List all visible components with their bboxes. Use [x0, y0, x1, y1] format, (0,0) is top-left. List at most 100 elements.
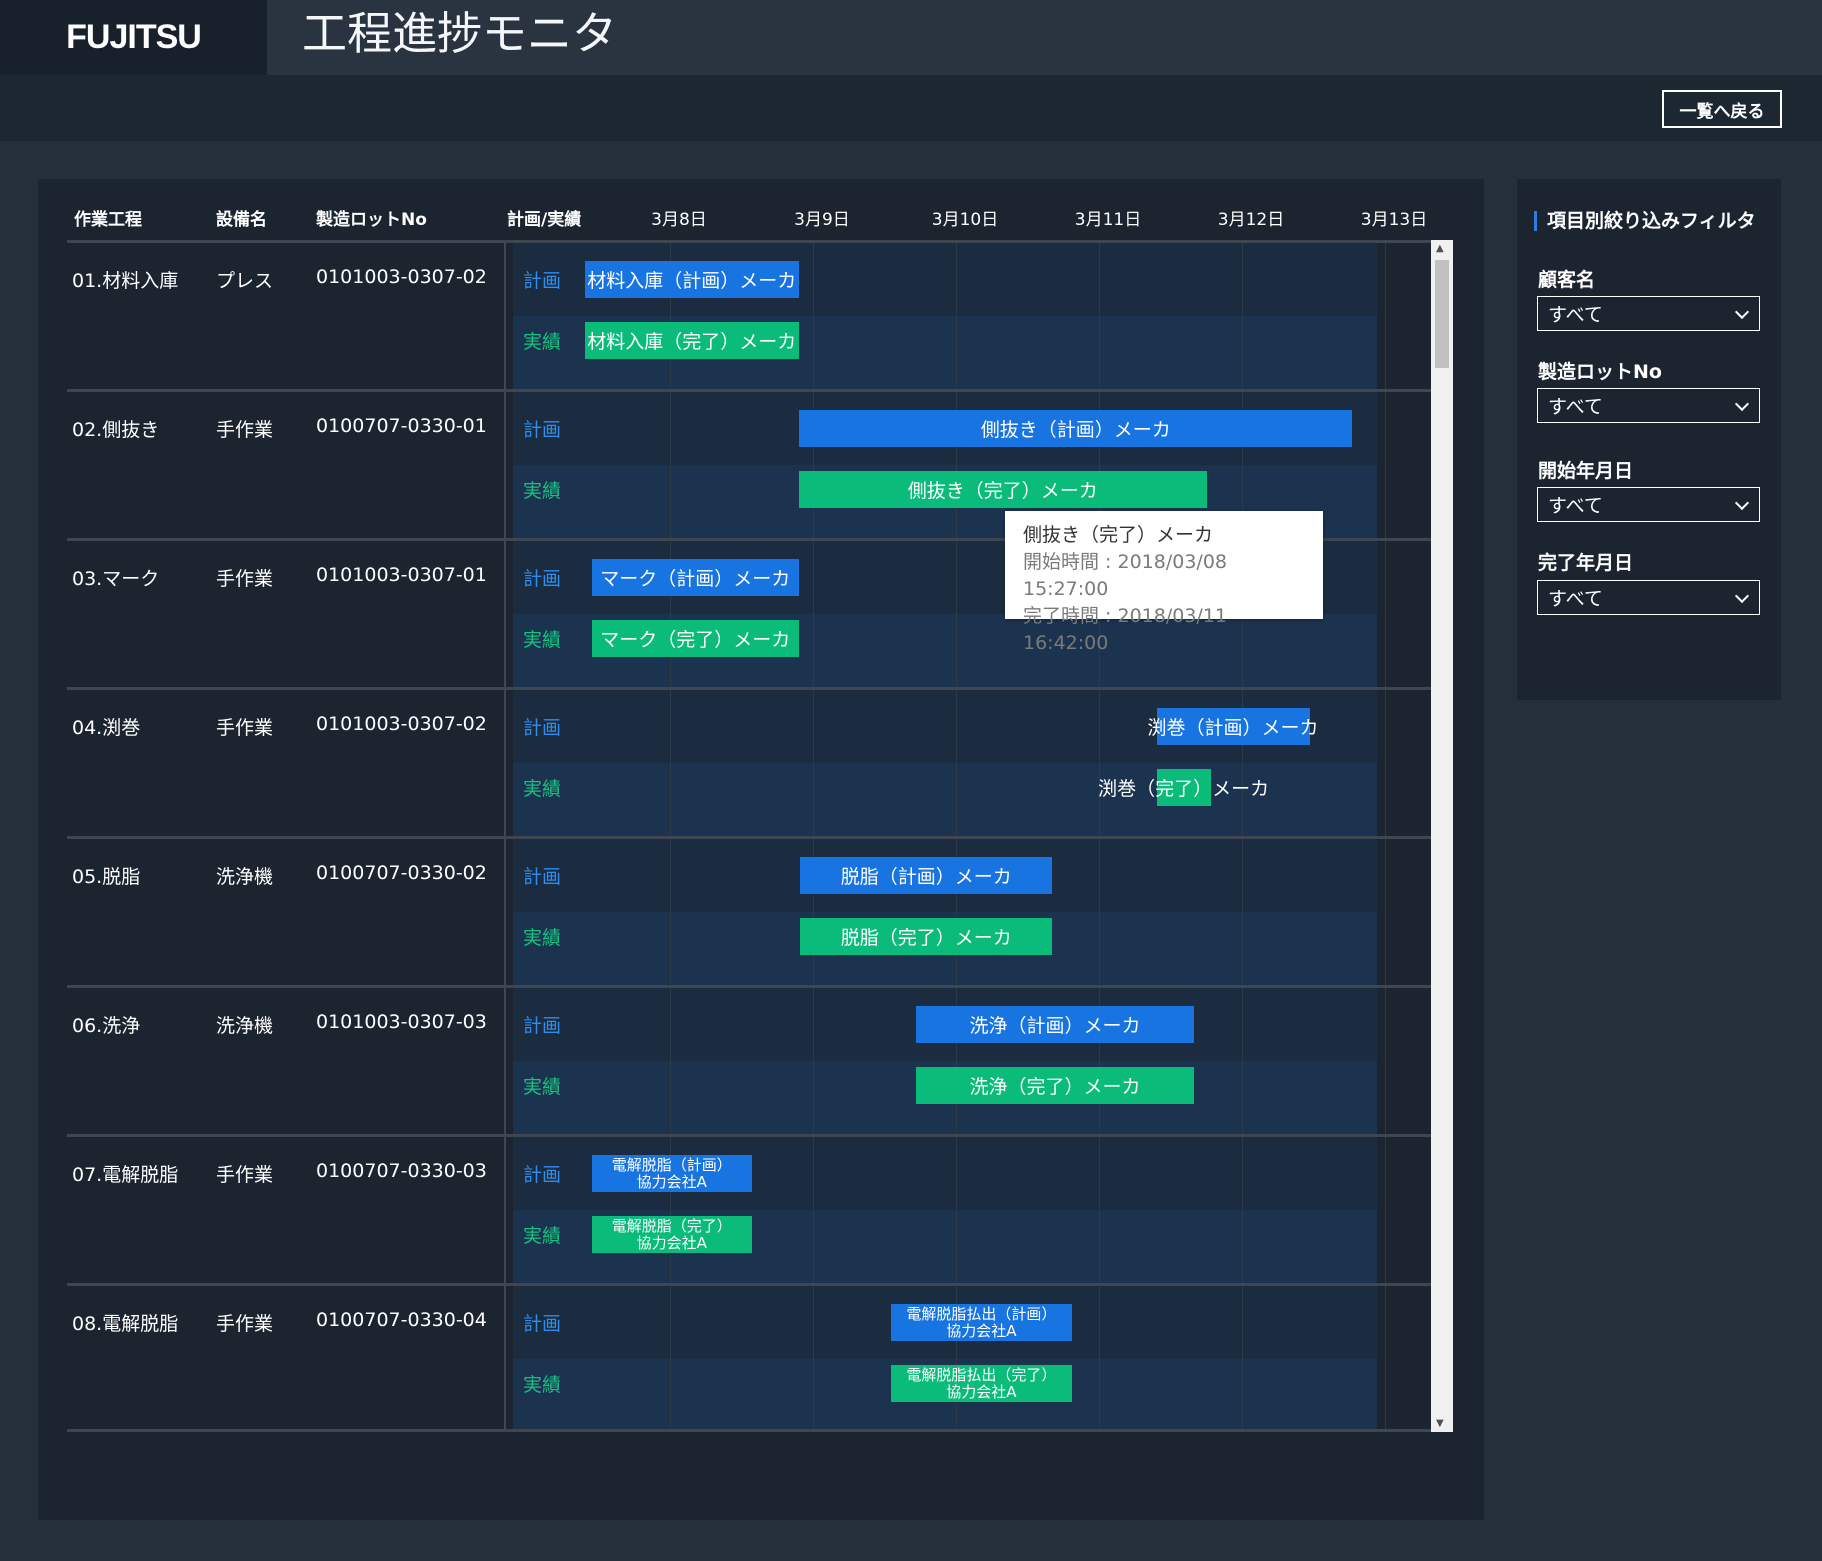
equipment-name: 手作業	[216, 568, 274, 590]
grid-bottom-border	[67, 1429, 1452, 1432]
actual-bar-label: 渕巻（完了）メーカ	[1098, 778, 1270, 800]
start-date-select-value: すべて	[1548, 495, 1603, 517]
day-gridline	[1385, 541, 1387, 687]
vertical-scrollbar[interactable]: ▲ ▼	[1431, 240, 1453, 1432]
day-gridline	[1099, 1286, 1101, 1432]
date-header: 3月13日	[1360, 210, 1428, 230]
lot-number: 0100707-0330-03	[316, 1160, 487, 1182]
actual-bar-label: 電解脱脂払出（完了）	[906, 1365, 1057, 1384]
equipment-name: 手作業	[216, 1313, 274, 1335]
plan-bar-sublabel: 協力会社A	[636, 1172, 707, 1191]
tooltip-start-time: 開始時間 : 2018/03/08 15:27:00	[1023, 551, 1227, 600]
equipment-name: プレス	[216, 270, 274, 292]
actual-bar[interactable]: 脱脂（完了）メーカ	[800, 918, 1053, 955]
day-gridline	[1385, 839, 1387, 985]
filter-label-start-date: 開始年月日	[1538, 460, 1634, 482]
column-header-lot: 製造ロットNo	[316, 210, 427, 230]
actual-bar-label: 材料入庫（完了）メーカ	[587, 331, 797, 353]
process-row: 01.材料入庫 プレス 0101003-0307-02 計画 実績 材料入庫（計画）メーカ…	[67, 240, 1452, 389]
plan-bar-label: 側抜き（計画）メーカ	[980, 419, 1171, 441]
day-gridline	[670, 988, 672, 1134]
column-divider	[504, 690, 506, 836]
plan-bar-label: 電解脱脂（計画）	[611, 1155, 732, 1174]
plan-type-label: 計画	[523, 568, 562, 590]
day-gridline	[1099, 839, 1101, 985]
lot-number: 0100707-0330-01	[316, 415, 487, 437]
day-gridline	[813, 690, 815, 836]
actual-bar-label: マーク（完了）メーカ	[600, 629, 791, 651]
plan-bar[interactable]: マーク（計画）メーカ	[591, 559, 799, 596]
scroll-down-icon[interactable]: ▼	[1436, 1418, 1444, 1429]
plan-bar-label: 渕巻（計画）メーカ	[1147, 717, 1319, 739]
chevron-down-icon	[1734, 588, 1750, 604]
plan-bar-label: 電解脱脂払出（計画）	[906, 1304, 1057, 1323]
end-date-select[interactable]: すべて	[1537, 580, 1760, 615]
process-name: 08.電解脱脂	[72, 1313, 179, 1335]
plan-bar[interactable]: 洗浄（計画）メーカ	[916, 1006, 1194, 1043]
day-gridline	[670, 1286, 672, 1432]
day-gridline	[813, 243, 815, 389]
process-row: 08.電解脱脂 手作業 0100707-0330-04 計画 実績 電解脱脂払出（計画）協…	[67, 1283, 1452, 1432]
process-row: 07.電解脱脂 手作業 0100707-0330-03 計画 実績 電解脱脂（計画） 協力会…	[67, 1134, 1452, 1283]
actual-bar[interactable]: 側抜き（完了）メーカ	[799, 471, 1207, 508]
lot-number: 0101003-0307-03	[316, 1011, 487, 1033]
customer-select-value: すべて	[1548, 304, 1603, 326]
actual-bar[interactable]: 渕巻（完了）メーカ	[1098, 769, 1269, 806]
column-divider	[504, 988, 506, 1134]
customer-select[interactable]: すべて	[1537, 296, 1760, 331]
day-gridline	[1385, 1286, 1387, 1432]
lot-number: 0101003-0307-02	[316, 713, 487, 735]
lot-select[interactable]: すべて	[1537, 388, 1760, 423]
actual-type-label: 実績	[523, 1225, 562, 1247]
column-divider	[504, 243, 506, 389]
day-gridline	[670, 392, 672, 538]
day-gridline	[1385, 243, 1387, 389]
date-header: 3月8日	[651, 210, 707, 230]
column-header-process: 作業工程	[74, 210, 142, 230]
scroll-thumb[interactable]	[1435, 260, 1449, 368]
lot-number: 0100707-0330-02	[316, 862, 487, 884]
day-gridline	[1385, 392, 1387, 538]
tooltip-end-time: 完了時間 : 2018/03/11 16:42:00	[1023, 605, 1227, 654]
day-gridline	[813, 1286, 815, 1432]
plan-bar[interactable]: 渕巻（計画）メーカ	[1148, 708, 1319, 745]
filter-label-customer: 顧客名	[1538, 269, 1596, 291]
day-gridline	[813, 1137, 815, 1283]
actual-type-label: 実績	[523, 331, 562, 353]
plan-bar[interactable]: 電解脱脂払出（計画） 協力会社A	[890, 1304, 1073, 1341]
chevron-down-icon	[1734, 396, 1750, 412]
lot-number: 0100707-0330-04	[316, 1309, 487, 1331]
actual-bar[interactable]: 電解脱脂（完了） 協力会社A	[591, 1216, 752, 1253]
plan-type-label: 計画	[523, 866, 562, 888]
plan-bar-label: 脱脂（計画）メーカ	[840, 866, 1012, 888]
back-to-list-button[interactable]: 一覧へ戻る	[1662, 90, 1782, 128]
plan-bar[interactable]: 脱脂（計画）メーカ	[800, 857, 1053, 894]
plan-type-label: 計画	[523, 1164, 562, 1186]
day-gridline	[1385, 988, 1387, 1134]
bar-tooltip: 側抜き（完了）メーカ 開始時間 : 2018/03/08 15:27:00 完了…	[1005, 511, 1323, 654]
day-gridline	[813, 988, 815, 1134]
day-gridline	[1099, 690, 1101, 836]
plan-bar[interactable]: 電解脱脂（計画） 協力会社A	[591, 1155, 752, 1192]
actual-bar[interactable]: 材料入庫（完了）メーカ	[584, 322, 799, 359]
actual-bar[interactable]: 電解脱脂払出（完了） 協力会社A	[890, 1365, 1073, 1402]
equipment-name: 洗浄機	[216, 866, 274, 888]
actual-type-label: 実績	[523, 629, 562, 651]
start-date-select[interactable]: すべて	[1537, 487, 1760, 522]
actual-bar[interactable]: マーク（完了）メーカ	[591, 620, 799, 657]
process-name: 07.電解脱脂	[72, 1164, 179, 1186]
plan-type-label: 計画	[523, 717, 562, 739]
plan-bar-label: 材料入庫（計画）メーカ	[587, 270, 797, 292]
equipment-name: 洗浄機	[216, 1015, 274, 1037]
equipment-name: 手作業	[216, 717, 274, 739]
scroll-up-icon[interactable]: ▲	[1436, 243, 1444, 254]
lot-number: 0101003-0307-02	[316, 266, 487, 288]
process-name: 01.材料入庫	[72, 270, 179, 292]
date-header: 3月9日	[794, 210, 850, 230]
plan-bar[interactable]: 材料入庫（計画）メーカ	[584, 261, 799, 298]
day-gridline	[1242, 988, 1244, 1134]
fujitsu-logo: FUJITSU	[0, 0, 267, 75]
plan-bar[interactable]: 側抜き（計画）メーカ	[799, 410, 1353, 447]
lot-number: 0101003-0307-01	[316, 564, 487, 586]
actual-bar[interactable]: 洗浄（完了）メーカ	[916, 1067, 1194, 1104]
